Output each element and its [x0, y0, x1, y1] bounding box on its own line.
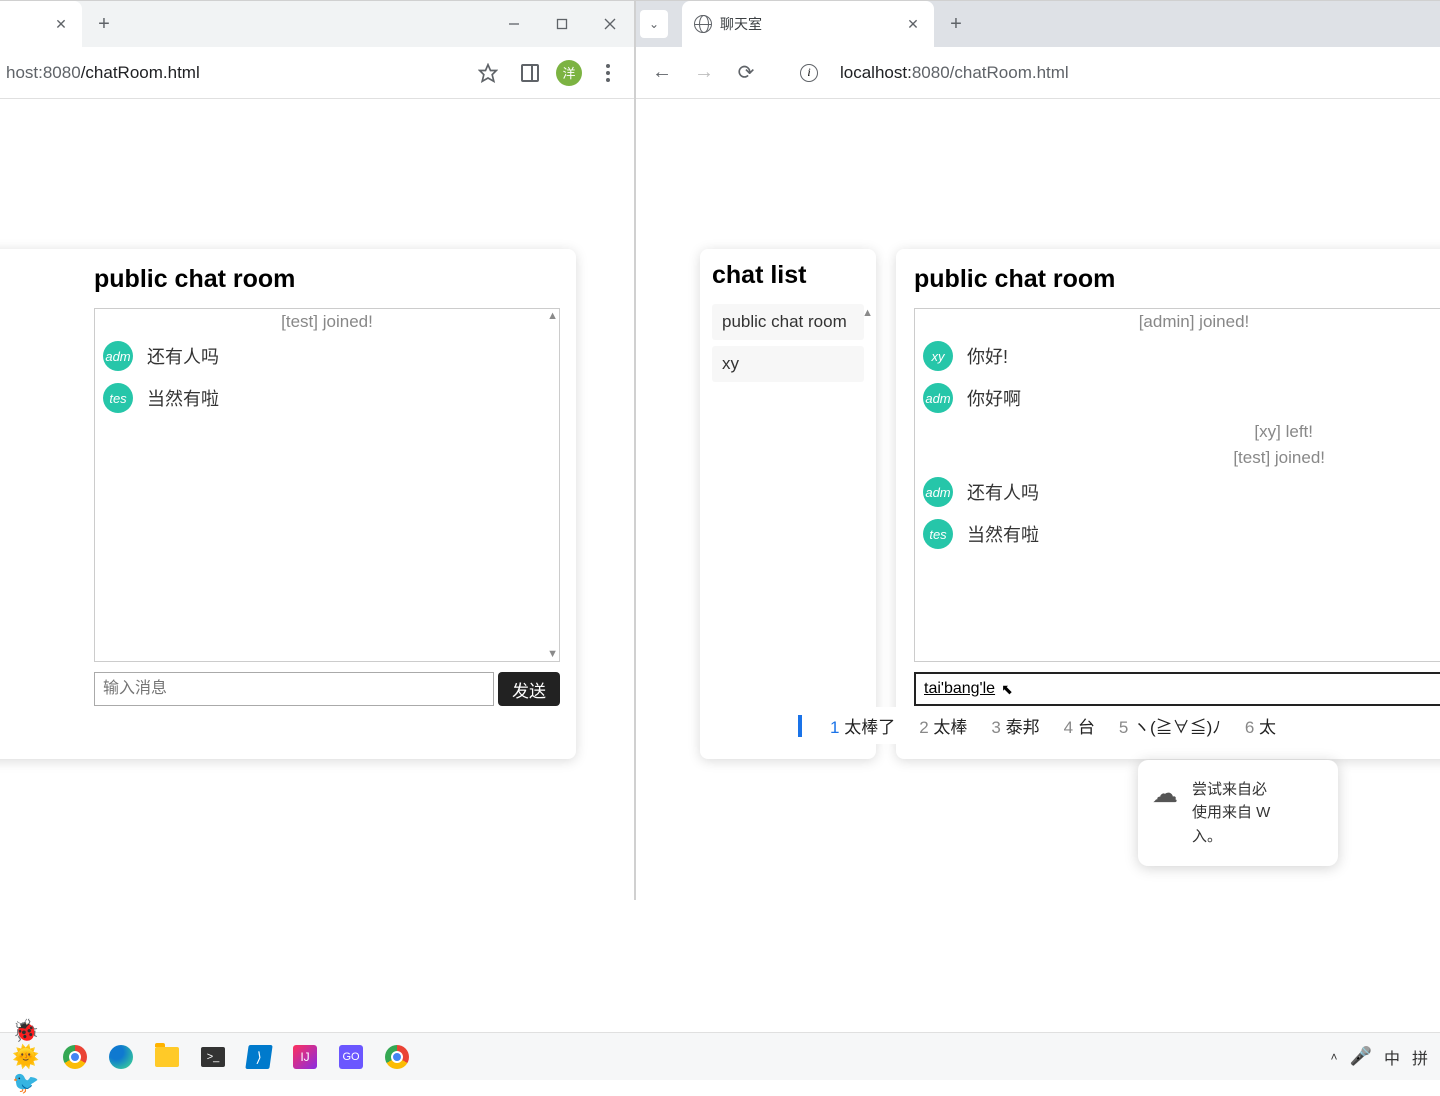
tab-active[interactable]: ✕ — [0, 1, 82, 47]
titlebar: ⌄ 聊天室 ✕ + — [636, 1, 1440, 47]
chat-list-title: chat list — [712, 261, 864, 290]
avatar: adm — [923, 477, 953, 507]
ime-candidate[interactable]: 3 泰邦 — [991, 713, 1039, 738]
avatar: tes — [923, 519, 953, 549]
maximize-icon[interactable] — [538, 1, 586, 47]
scroll-down-icon[interactable]: ▼ — [547, 648, 558, 660]
tray-overflow-icon[interactable]: ˄ — [1331, 1050, 1338, 1064]
file-explorer-icon[interactable] — [150, 1040, 184, 1074]
message-text: 当然有啦 — [967, 521, 1039, 547]
forward-icon: → — [688, 57, 720, 89]
avatar: adm — [103, 341, 133, 371]
ime-marker-icon — [798, 715, 802, 737]
close-window-icon[interactable] — [586, 1, 634, 47]
ime-candidate-popup[interactable]: 1 太棒了 2 太棒 3 泰邦 4 台 5 ヽ(≧∀≦)ﾉ 6 太 — [786, 707, 1288, 744]
minimize-icon[interactable] — [490, 1, 538, 47]
goland-icon[interactable]: GO — [334, 1040, 368, 1074]
language-indicator[interactable]: 中 — [1384, 1045, 1400, 1069]
toolbar: host:8080/chatRoom.html 洋 — [0, 47, 634, 99]
message-text: 你好! — [967, 343, 1008, 369]
intellij-icon[interactable]: IJ — [288, 1040, 322, 1074]
ime-candidate[interactable]: 6 太 — [1245, 713, 1276, 738]
close-icon[interactable]: ✕ — [52, 15, 70, 33]
url-text-path: /chatRoom.html — [950, 63, 1069, 83]
system-message: [test] joined! — [915, 445, 1440, 471]
page-viewport: public chat room ▲ ▼ [test] joined! adm … — [0, 99, 634, 901]
chat-room-card: public chat room ▲ ▼ [test] joined! adm … — [0, 249, 576, 759]
ime-candidate[interactable]: 1 太棒了 — [830, 713, 895, 738]
chrome-taskbar-icon[interactable] — [380, 1040, 414, 1074]
chat-message-row: tes 当然有啦 — [95, 377, 559, 419]
url-bar[interactable]: localhost:8080/chatRoom.html — [840, 63, 1435, 83]
system-message: [admin] joined! — [915, 309, 1440, 335]
url-text-path: /chatRoom.html — [81, 63, 200, 83]
globe-icon — [694, 15, 712, 33]
edge-taskbar-icon[interactable] — [104, 1040, 138, 1074]
send-button[interactable]: 发送 — [498, 672, 560, 706]
taskbar: 🐞🌞🐦 >_ ⟩ IJ GO ˄ 🎤 中 拼 — [0, 1032, 1440, 1080]
url-bar[interactable]: host:8080/chatRoom.html — [6, 63, 462, 83]
scroll-up-icon[interactable]: ▲ — [547, 310, 558, 322]
ime-candidate[interactable]: 4 台 — [1064, 713, 1095, 738]
input-row: tai'bang'le ⬉ — [914, 672, 1440, 706]
ime-mode-indicator[interactable]: 拼 — [1412, 1045, 1428, 1069]
toolbar: ← → ⟳ i localhost:8080/chatRoom.html — [636, 47, 1440, 99]
bing-popup-text: 尝试来自必 使用来自 W 入。 — [1192, 778, 1270, 848]
url-text-host: localhost: — [840, 63, 912, 83]
chat-title: public chat room — [908, 265, 1440, 294]
cloud-icon: ☁ — [1152, 778, 1178, 809]
chat-list-item[interactable]: public chat room — [712, 304, 864, 340]
browser-window-left: ✕ + host:8080/chatRoom.html 洋 public cha… — [0, 0, 635, 900]
chat-message-row: adm 还有人吗 — [95, 335, 559, 377]
avatar: xy — [923, 341, 953, 371]
bookmark-star-icon[interactable] — [472, 57, 504, 89]
input-row: 发送 — [94, 672, 560, 706]
ime-candidate[interactable]: 5 ヽ(≧∀≦)ﾉ — [1119, 713, 1221, 738]
chat-list-card: chat list public chat room xy ▲ ▼ — [700, 249, 876, 759]
chat-message-row: xy 你好! — [915, 335, 1440, 377]
reload-icon[interactable]: ⟳ — [730, 57, 762, 89]
message-input[interactable] — [94, 672, 494, 706]
message-text: 还有人吗 — [147, 343, 219, 369]
tab-active[interactable]: 聊天室 ✕ — [682, 1, 934, 47]
chat-list-item[interactable]: xy — [712, 346, 864, 382]
widgets-icon[interactable]: 🐞🌞🐦 — [12, 1040, 46, 1074]
message-area[interactable]: [admin] joined! xy 你好! adm 你好啊 [xy] left… — [914, 308, 1440, 662]
new-tab-button[interactable]: + — [90, 10, 118, 38]
ime-candidate[interactable]: 2 太棒 — [919, 713, 967, 738]
input-ime-value: tai'bang'le — [924, 680, 995, 698]
close-icon[interactable]: ✕ — [904, 15, 922, 33]
scroll-up-icon[interactable]: ▲ — [862, 307, 873, 319]
tab-title: 聊天室 — [720, 14, 762, 34]
tabs-dropdown-icon[interactable]: ⌄ — [640, 10, 668, 38]
message-input[interactable]: tai'bang'le ⬉ — [914, 672, 1440, 706]
chrome-taskbar-icon[interactable] — [58, 1040, 92, 1074]
message-text: 你好啊 — [967, 385, 1021, 411]
url-text-host: host:8080 — [6, 63, 81, 83]
bing-suggestion-popup[interactable]: ☁ 尝试来自必 使用来自 W 入。 — [1138, 760, 1338, 866]
new-tab-button[interactable]: + — [942, 10, 970, 38]
avatar: adm — [923, 383, 953, 413]
avatar: tes — [103, 383, 133, 413]
terminal-icon[interactable]: >_ — [196, 1040, 230, 1074]
chat-room-card: public chat room [admin] joined! xy 你好! … — [896, 249, 1440, 759]
system-message: [xy] left! — [915, 419, 1440, 445]
message-area[interactable]: ▲ ▼ [test] joined! adm 还有人吗 tes 当然有啦 — [94, 308, 560, 662]
url-text-port: 8080 — [912, 63, 950, 83]
chat-message-row: adm 还有人吗 — [915, 471, 1440, 513]
back-icon[interactable]: ← — [646, 57, 678, 89]
chat-message-row: tes 当然有啦 — [915, 513, 1440, 555]
vscode-icon[interactable]: ⟩ — [242, 1040, 276, 1074]
chat-title: public chat room — [88, 265, 560, 294]
menu-icon[interactable] — [592, 57, 624, 89]
site-info-icon[interactable]: i — [800, 64, 818, 82]
titlebar: ✕ + — [0, 1, 634, 47]
microphone-icon[interactable]: 🎤 — [1350, 1046, 1372, 1067]
system-message: [test] joined! — [95, 309, 559, 335]
side-panel-icon[interactable] — [514, 57, 546, 89]
chat-message-row: adm 你好啊 — [915, 377, 1440, 419]
profile-avatar[interactable]: 洋 — [556, 60, 582, 86]
message-text: 还有人吗 — [967, 479, 1039, 505]
message-text: 当然有啦 — [147, 385, 219, 411]
